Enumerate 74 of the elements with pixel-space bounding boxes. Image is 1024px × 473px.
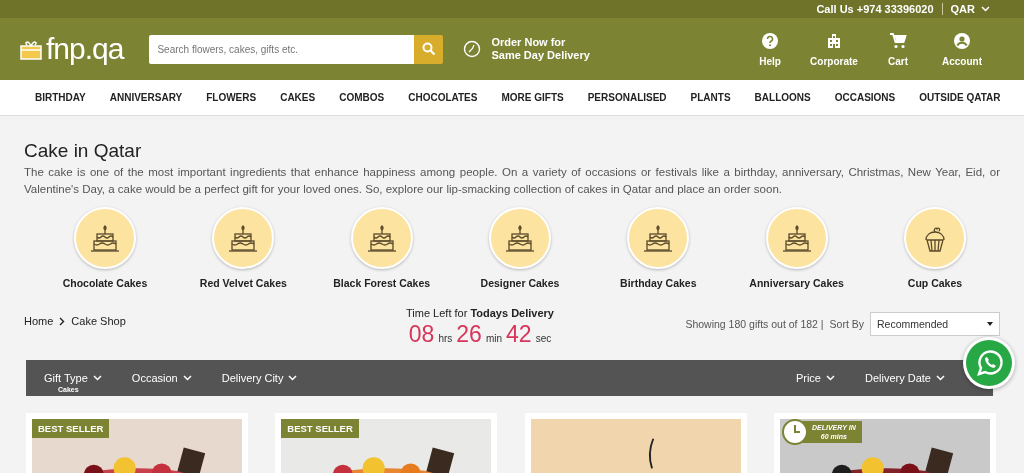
timer-unit: min <box>485 333 503 344</box>
filter-dropdown[interactable]: Occasion <box>131 372 192 384</box>
nav-link[interactable]: ANNIVERSARY <box>109 92 183 103</box>
category-link[interactable]: Black Forest Cakes <box>326 207 437 289</box>
nav-link[interactable]: MORE GIFTS <box>501 92 564 103</box>
chevron-down-icon <box>981 6 990 12</box>
currency-selector[interactable]: QAR <box>950 3 990 15</box>
account-icon <box>953 31 971 50</box>
chevron-down-icon <box>182 375 192 381</box>
filter-dropdown[interactable]: Delivery Date <box>864 372 945 384</box>
header-action[interactable]: Account <box>930 31 994 67</box>
building-icon <box>825 31 843 50</box>
category-label: Birthday Cakes <box>620 277 697 289</box>
category-label: Designer Cakes <box>480 277 560 289</box>
category-link[interactable]: Red Velvet Cakes <box>188 207 299 289</box>
filter-dropdown[interactable]: Price <box>795 372 835 384</box>
chevron-down-icon <box>92 375 102 381</box>
search-button[interactable] <box>414 34 444 64</box>
category-label: Cup Cakes <box>907 277 963 289</box>
category-label: Black Forest Cakes <box>333 277 431 289</box>
nav-link[interactable]: OUTSIDE QATAR <box>919 92 1001 103</box>
clock-icon <box>463 40 482 58</box>
category-label: Chocolate Cakes <box>62 277 148 289</box>
nav-link[interactable]: FLOWERS <box>206 92 257 103</box>
phone-number: Call Us +974 33396020 <box>816 3 934 15</box>
chevron-right-icon <box>59 316 66 326</box>
chevron-down-icon <box>288 375 298 381</box>
chat-icon <box>965 339 1013 387</box>
filter-dropdown[interactable]: Delivery City <box>221 372 298 384</box>
results-count: Showing 180 gifts out of 182 | <box>685 318 824 330</box>
category-link[interactable]: Birthday Cakes <box>603 207 714 289</box>
header-action[interactable]: Help <box>738 31 802 67</box>
page-description: The cake is one of the most important ingredients that enhance happiness among people. On a variety of occasions or festivals like a birthday, anniversary, Christmas, New Year, Eid, or Valentine's Day, a cake would be a perfect gift for your loved ones. So, explore our lip-smacking collection of cakes in Qatar and place an order soon. <box>24 165 1000 197</box>
nav-link[interactable]: BIRTHDAY <box>35 92 86 103</box>
header-action[interactable]: Corporate <box>802 31 866 67</box>
logo[interactable]: fnp.qa <box>20 32 124 66</box>
nav-link[interactable]: CHOCOLATES <box>408 92 478 103</box>
product-card[interactable]: BEST SELLER <box>26 413 248 473</box>
category-link[interactable]: Cup Cakes <box>879 207 990 289</box>
best-seller-badge: BEST SELLER <box>32 419 110 438</box>
nav-link[interactable]: COMBOS <box>339 92 385 103</box>
best-seller-badge: BEST SELLER <box>281 419 359 438</box>
timer-label: Time Left for Todays Delivery <box>406 307 554 319</box>
cart-icon <box>889 31 907 50</box>
sort-dropdown[interactable]: Recommended <box>870 312 1000 336</box>
timer-unit: sec <box>535 333 552 344</box>
nav-link[interactable]: CAKES <box>280 92 316 103</box>
nav-link[interactable]: PLANTS <box>690 92 731 103</box>
timer-unit: hrs <box>438 333 453 344</box>
chevron-down-icon <box>825 375 835 381</box>
gift-icon <box>20 38 42 60</box>
timer-value: 42 <box>506 321 532 348</box>
search-icon <box>421 42 436 56</box>
category-link[interactable]: Designer Cakes <box>465 207 575 289</box>
category-label: Red Velvet Cakes <box>199 277 287 289</box>
chevron-down-icon <box>936 375 945 381</box>
help-icon <box>761 31 779 50</box>
breadcrumb-link[interactable]: Home <box>24 315 54 327</box>
category-label: Anniversary Cakes <box>749 277 844 289</box>
nav-link[interactable]: OCCASIONS <box>834 92 896 103</box>
nav-link[interactable]: PERSONALISED <box>587 92 667 103</box>
delivery-note: Order Now for Same Day Delivery <box>491 36 590 62</box>
whatsapp-button[interactable] <box>963 337 1015 389</box>
timer-value: 26 <box>456 321 482 348</box>
breadcrumb-link[interactable]: Cake Shop <box>71 315 126 327</box>
category-link[interactable]: Chocolate Cakes <box>50 207 160 289</box>
caret-icon <box>987 322 993 326</box>
timer-value: 08 <box>408 321 435 348</box>
page-title: Cake in Qatar <box>24 140 143 162</box>
sort-label: Sort By <box>829 318 864 330</box>
category-link[interactable]: Anniversary Cakes <box>741 207 852 289</box>
header-action[interactable]: Cart <box>866 31 930 67</box>
nav-link[interactable]: BALLOONS <box>754 92 811 103</box>
product-card[interactable]: BEST SELLER <box>275 413 498 473</box>
